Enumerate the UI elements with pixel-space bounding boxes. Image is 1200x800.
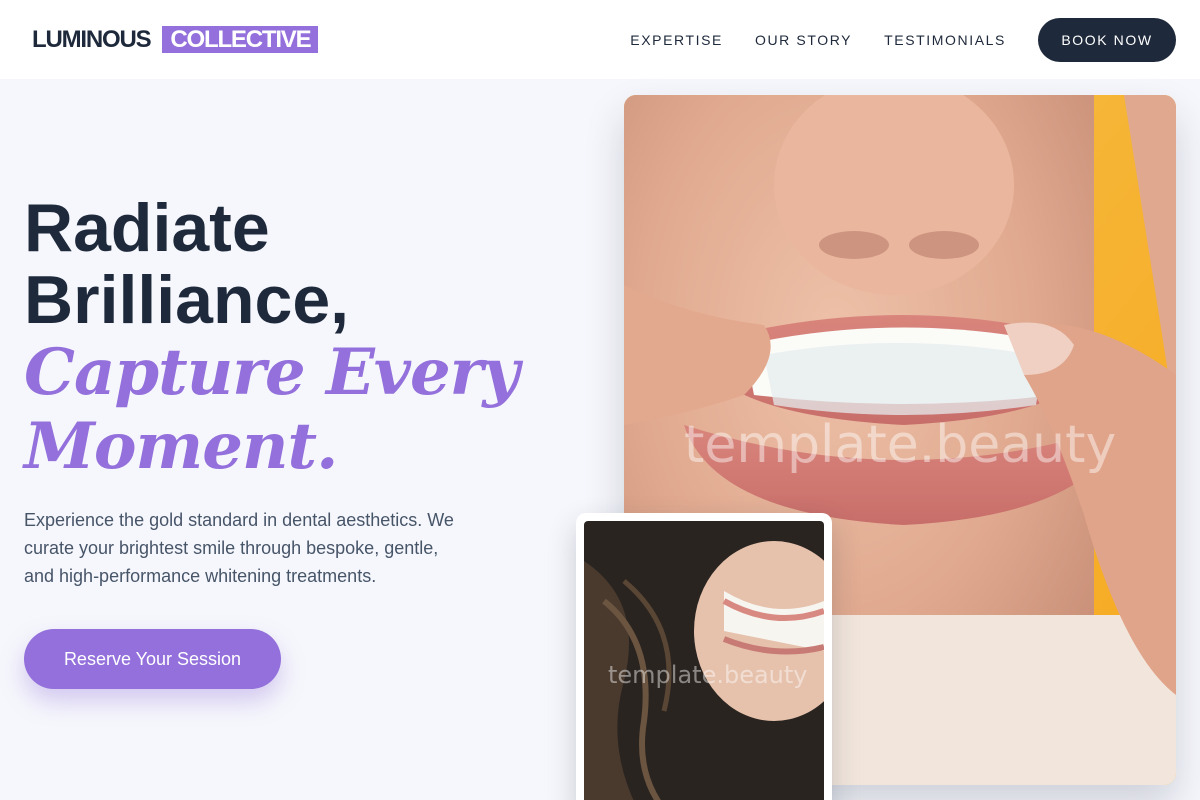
logo[interactable]: LUMINOUS COLLECTIVE: [32, 25, 319, 53]
hero-heading: Radiate Brilliance, Capture Every Moment…: [24, 192, 544, 484]
book-now-button[interactable]: BOOK NOW: [1038, 18, 1176, 62]
site-header: LUMINOUS COLLECTIVE EXPERTISE OUR STORY …: [0, 0, 1200, 79]
hero-description: Experience the gold standard in dental a…: [24, 510, 454, 586]
nav-link-testimonials[interactable]: TESTIMONIALS: [884, 32, 1006, 48]
secondary-photo-card: template.beauty: [576, 513, 832, 800]
main-nav: EXPERTISE OUR STORY TESTIMONIALS BOOK NO…: [630, 18, 1176, 62]
reserve-session-button[interactable]: Reserve Your Session: [24, 629, 281, 689]
hero-heading-line-2: Brilliance,: [24, 262, 350, 338]
logo-text-primary: LUMINOUS: [32, 25, 152, 53]
hero-heading-line-4: Moment.: [24, 409, 338, 484]
hero-heading-line-3: Capture Every: [24, 335, 520, 410]
logo-text-highlight: COLLECTIVE: [162, 26, 319, 53]
secondary-photo: [584, 521, 824, 800]
smiling-woman-illustration: [584, 521, 824, 800]
hero-heading-line-1: Radiate: [24, 190, 270, 266]
nav-link-expertise[interactable]: EXPERTISE: [630, 32, 723, 48]
nav-link-our-story[interactable]: OUR STORY: [755, 32, 852, 48]
